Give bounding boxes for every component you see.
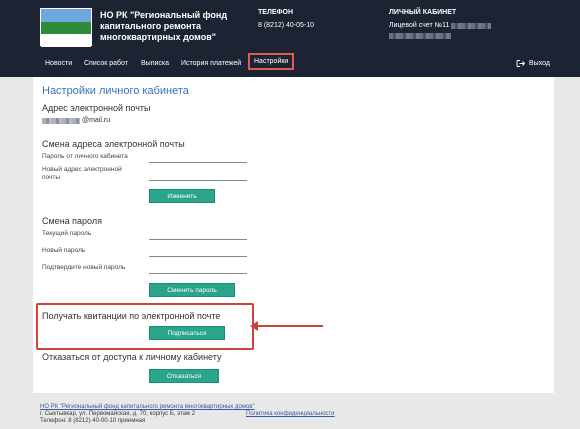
redacted-email-blur xyxy=(42,117,80,124)
email-password-field[interactable] xyxy=(149,162,247,163)
org-name-line3: многоквартирных домов" xyxy=(100,32,217,42)
footer-phone: Телефон: 8 (8212) 40-00-10 приемная xyxy=(40,418,146,424)
nav-news[interactable]: Новости xyxy=(45,60,72,67)
email-suffix: @mail.ru xyxy=(82,117,111,124)
org-name[interactable]: НО РК "Региональный фонд капитального ре… xyxy=(100,10,230,43)
new-email-field[interactable] xyxy=(149,180,247,181)
account-label: Лицевой счет №11 xyxy=(389,22,450,29)
change-password-heading: Смена пароля xyxy=(42,216,102,226)
logout-icon xyxy=(516,60,525,67)
new-password-field[interactable] xyxy=(149,256,247,257)
page-title: Настройки личного кабинета xyxy=(42,85,189,97)
new-password-label: Новый пароль xyxy=(42,247,86,254)
change-password-button[interactable]: Сменить пароль xyxy=(149,283,235,297)
highlight-arrow-line xyxy=(256,325,323,327)
refuse-access-button[interactable]: Отказаться xyxy=(149,369,219,383)
new-email-label: Новый адрес электронной почты xyxy=(42,166,122,182)
site-header: НО РК "Региональный фонд капитального ре… xyxy=(0,0,580,77)
site-footer: НО РК "Региональный фонд капитального ре… xyxy=(0,393,580,429)
change-email-button[interactable]: Изменить xyxy=(149,189,215,203)
redacted-account-blur xyxy=(451,22,492,29)
logout-link[interactable]: Выход xyxy=(516,60,550,67)
current-password-label: Текущий пароль xyxy=(42,230,92,237)
org-name-line2: капитального ремонта xyxy=(100,21,201,31)
current-password-field[interactable] xyxy=(149,239,247,240)
email-section-heading: Адрес электронной почты xyxy=(42,103,151,113)
nav-payment-history[interactable]: История платежей xyxy=(181,60,241,67)
nav-work-list[interactable]: Список работ xyxy=(84,60,128,67)
confirm-password-label: Подтвердите новый пароль xyxy=(42,264,126,271)
footer-address: г. Сыктывкар, ул. Первомайская, д. 70, к… xyxy=(40,411,196,417)
phone-heading: ТЕЛЕФОН xyxy=(258,9,293,16)
komi-flag-logo xyxy=(40,8,92,47)
org-name-line1: НО РК "Региональный фонд xyxy=(100,10,228,20)
main-nav: Новости Список работ Выписка История пла… xyxy=(0,53,580,75)
highlight-box xyxy=(36,303,254,350)
email-password-label: Пароль от личного кабинета xyxy=(42,153,128,160)
change-email-heading: Смена адреса электронной почты xyxy=(42,139,185,149)
cabinet-heading: ЛИЧНЫЙ КАБИНЕТ xyxy=(389,9,457,16)
new-email-label-line2: почты xyxy=(42,174,61,181)
confirm-password-field[interactable] xyxy=(149,273,247,274)
new-email-label-line1: Новый адрес электронной xyxy=(42,166,122,173)
nav-settings[interactable]: Настройки xyxy=(248,53,295,70)
refuse-access-heading: Отказаться от доступа к личному кабинету xyxy=(42,352,222,362)
nav-statement[interactable]: Выписка xyxy=(141,60,169,67)
account-number: Лицевой счет №11 xyxy=(389,22,492,29)
redacted-name-blur xyxy=(389,33,451,39)
current-email: @mail.ru xyxy=(42,117,110,124)
privacy-policy-link[interactable]: Политика конфиденциальности xyxy=(246,411,335,417)
phone-value: 8 (8212) 40-05-10 xyxy=(258,22,315,29)
footer-org-link[interactable]: НО РК "Региональный фонд капитального ре… xyxy=(40,404,255,410)
logout-label: Выход xyxy=(529,60,550,67)
